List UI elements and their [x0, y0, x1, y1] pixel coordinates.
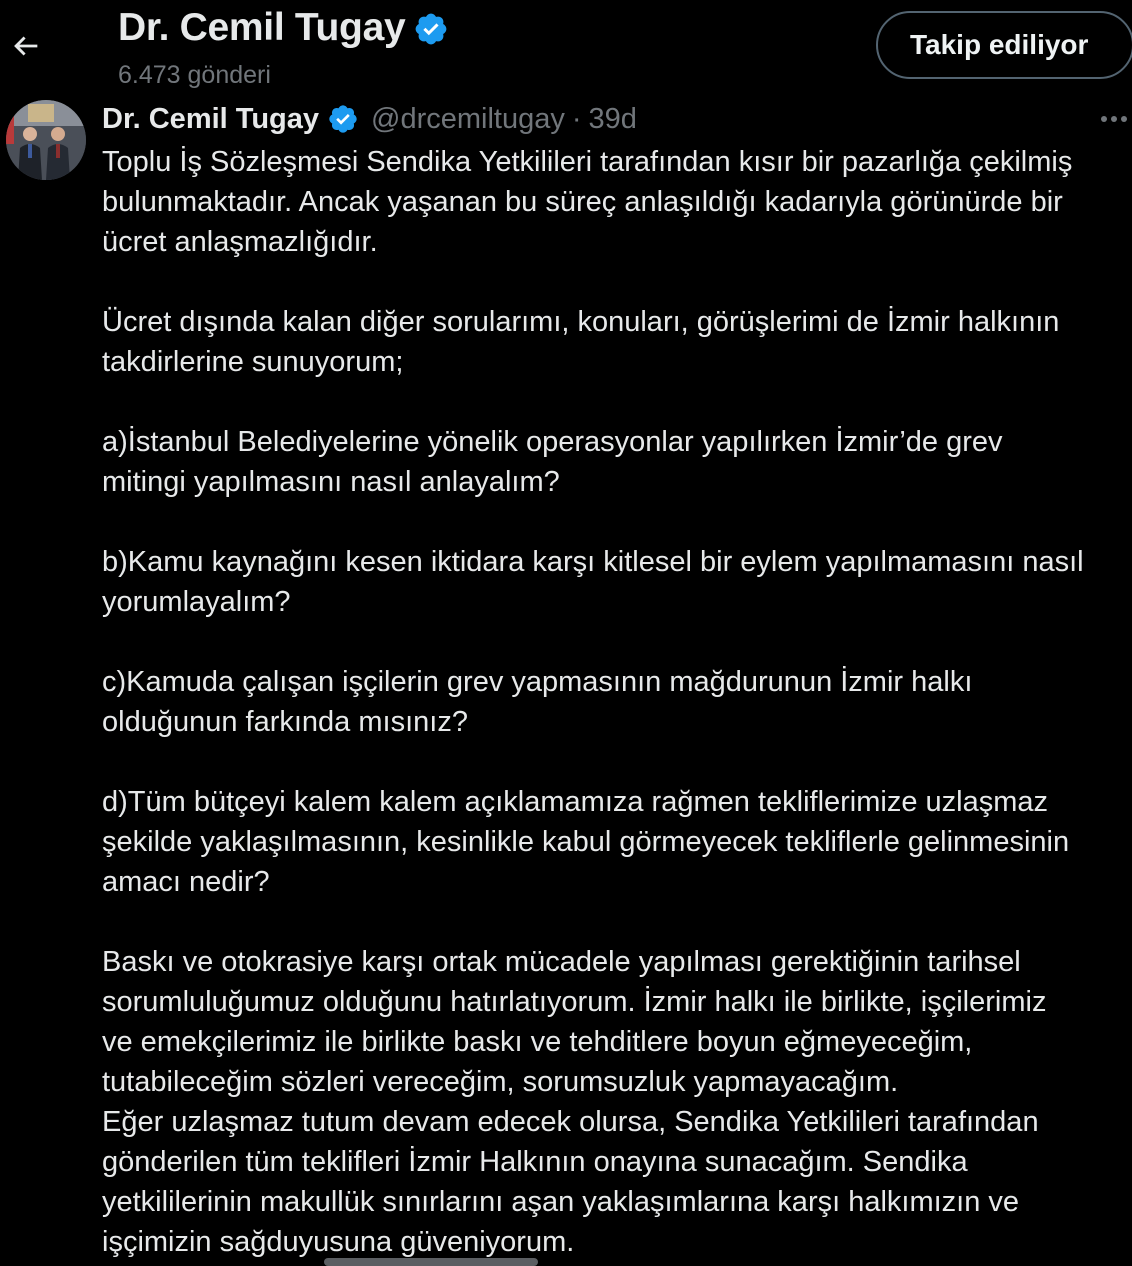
tweet-text-line: olduğunun farkında mısınız? — [102, 706, 468, 738]
tweet-text-line — [102, 742, 1132, 782]
tweet-text-line: Baskı ve otokrasiye karşı ortak mücadele… — [102, 946, 1021, 978]
tweet-text-line: sorumluluğumuz olduğunu hatırlatıyorum. … — [102, 986, 1047, 1018]
author-handle[interactable]: @drcemiltugay — [371, 103, 565, 136]
avatar-photo — [6, 100, 86, 180]
tweet-text-line: işçimizin sağduyusuna güveniyorum. — [102, 1226, 575, 1258]
profile-header: Dr. Cemil Tugay 6.473 gönderi Takip edil… — [0, 0, 1132, 96]
profile-name-heading: Dr. Cemil Tugay — [118, 6, 449, 50]
author-name[interactable]: Dr. Cemil Tugay — [102, 103, 319, 136]
more-options-button[interactable] — [1098, 104, 1132, 134]
tweet-header: Dr. Cemil Tugay @drcemiltugay · 39d — [102, 99, 637, 139]
tweet-text-line: takdirlerine sunuyorum; — [102, 346, 404, 378]
tweet-text-line — [102, 622, 1132, 662]
tweet-text-line: şekilde yaklaşılmasının, kesinlikle kabu… — [102, 826, 1070, 858]
tweet-text-line: d)Tüm bütçeyi kalem kalem açıklamamıza r… — [102, 786, 1049, 818]
tweet-text-line: yorumlayalım? — [102, 586, 291, 618]
following-button[interactable]: Takip ediliyor — [876, 11, 1132, 79]
tweet-text-line: Toplu İş Sözleşmesi Sendika Yetkilileri … — [102, 146, 1073, 178]
tweet-text-line: amacı nedir? — [102, 866, 270, 898]
back-button[interactable] — [6, 26, 46, 66]
tweet-text-line — [102, 382, 1132, 422]
tweet-text-line: ücret anlaşmazlığıdır. — [102, 226, 378, 258]
meta-separator: · — [571, 102, 582, 135]
tweet-text-line: mitingi yapılmasını nasıl anlayalım? — [102, 466, 560, 498]
avatar[interactable] — [6, 100, 86, 180]
scrollbar-thumb[interactable] — [324, 1258, 538, 1266]
arrow-left-icon — [14, 36, 38, 56]
tweet-text-line: yetkililerinin makullük sınırlarını aşan… — [102, 1186, 1020, 1218]
tweet-text: Toplu İş Sözleşmesi Sendika Yetkilileri … — [102, 142, 1132, 1262]
profile-name: Dr. Cemil Tugay — [118, 6, 406, 49]
tweet-timestamp[interactable]: 39d — [589, 103, 637, 136]
tweet-text-line — [102, 262, 1132, 302]
tweet-text-line: Eğer uzlaşmaz tutum devam edecek olursa,… — [102, 1106, 1039, 1138]
verified-badge-icon — [327, 103, 359, 135]
profile-page: Dr. Cemil Tugay 6.473 gönderi Takip edil… — [0, 0, 1132, 1266]
more-horizontal-icon — [1101, 116, 1127, 122]
tweet-text-line — [102, 902, 1132, 942]
post-count: 6.473 gönderi — [118, 61, 271, 89]
tweet-text-line: Ücret dışında kalan diğer sorularımı, ko… — [102, 306, 1060, 338]
tweet-text-line: gönderilen tüm teklifleri İzmir Halkının… — [102, 1146, 968, 1178]
tweet-text-line: a)İstanbul Belediyelerine yönelik operas… — [102, 426, 1003, 458]
verified-badge-icon — [413, 11, 449, 47]
tweet-text-line: c)Kamuda çalışan işçilerin grev yapmasın… — [102, 666, 973, 698]
tweet-text-line — [102, 502, 1132, 542]
tweet-text-line: ve emekçilerimiz ile birlikte baskı ve t… — [102, 1026, 973, 1058]
tweet-text-line: tutabileceğim sözleri vereceğim, sorumsu… — [102, 1066, 899, 1098]
tweet-text-line: bulunmaktadır. Ancak yaşanan bu süreç an… — [102, 186, 1063, 218]
tweet-text-line: b)Kamu kaynağını kesen iktidara karşı ki… — [102, 546, 1084, 578]
